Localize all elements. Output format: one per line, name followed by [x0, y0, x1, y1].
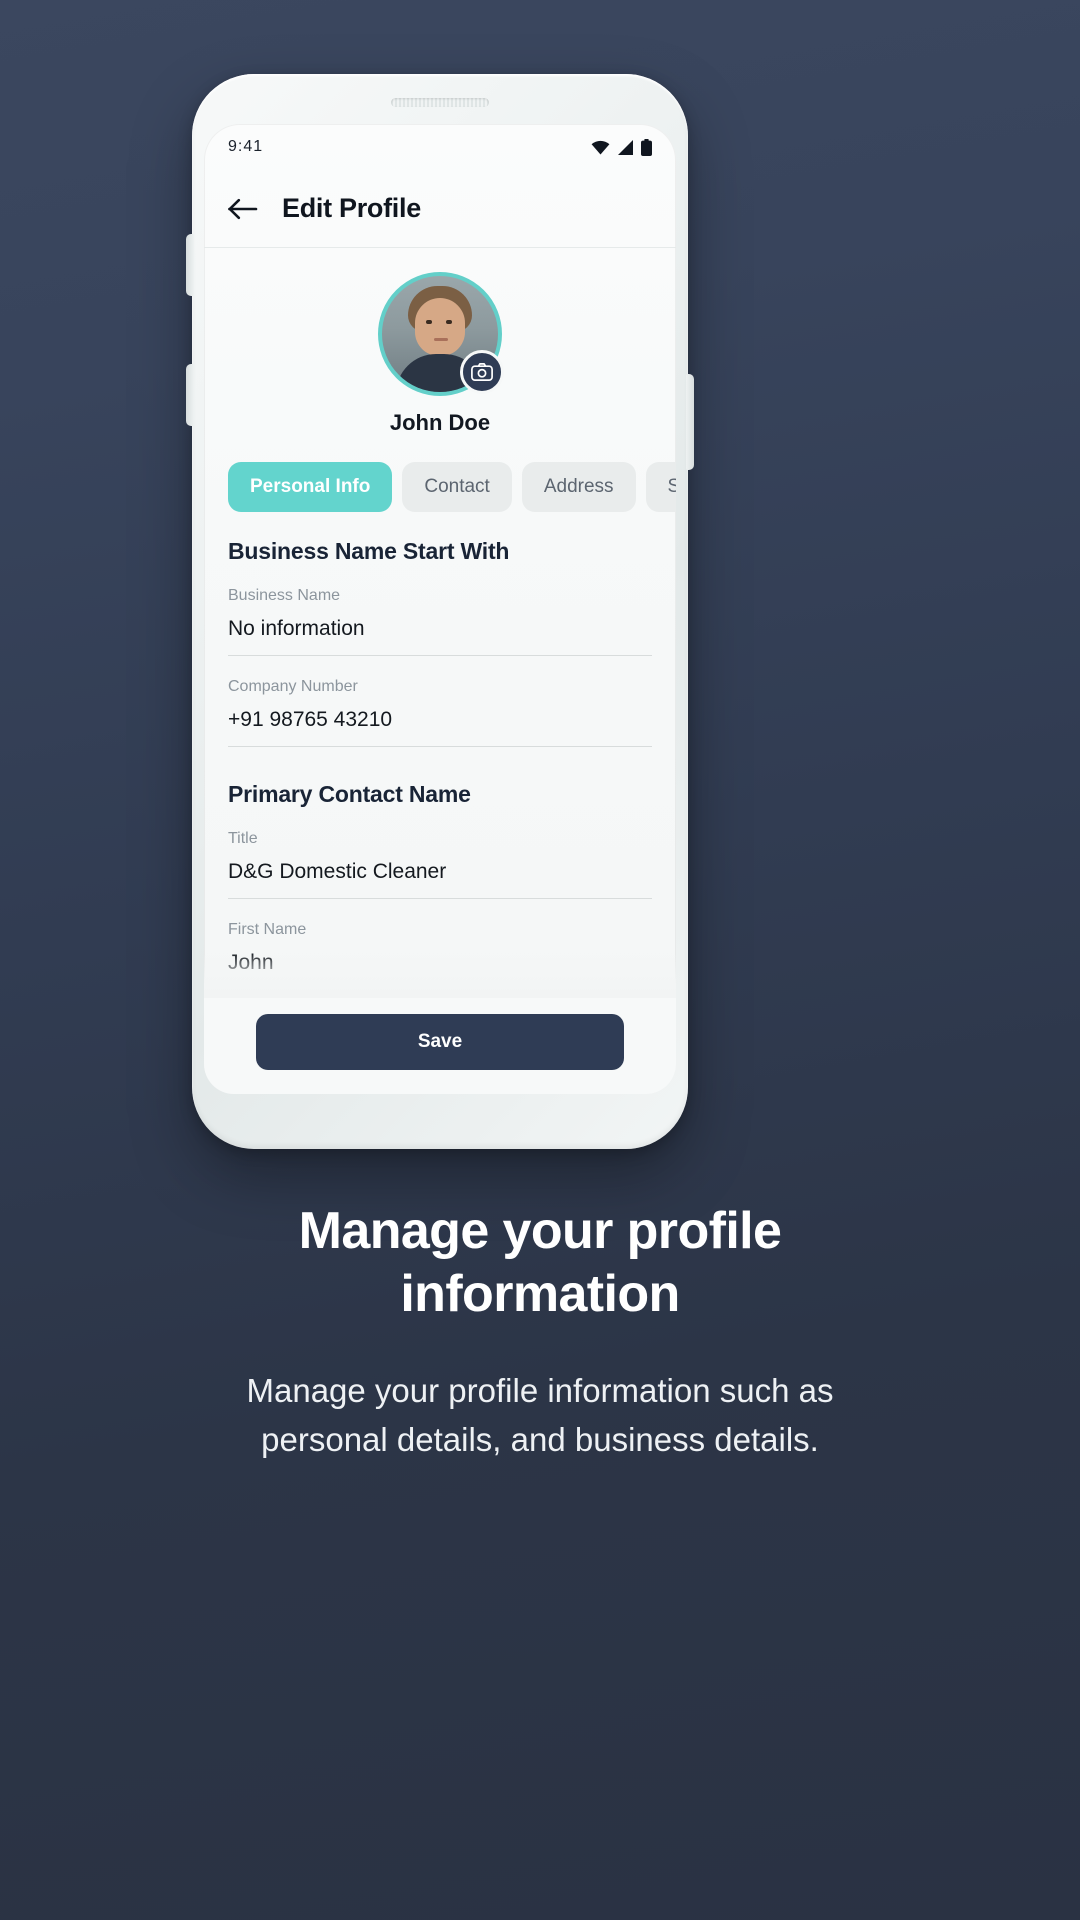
section-title-primary-contact: Primary Contact Name	[228, 781, 471, 807]
field-value[interactable]: +91 98765 43210	[228, 696, 652, 746]
tab-settings-partial[interactable]: S	[645, 462, 676, 512]
avatar-wrapper	[378, 272, 504, 396]
field-company-number[interactable]: Company Number +91 98765 43210	[228, 656, 652, 747]
field-label: Business Name	[228, 587, 341, 604]
caption-heading-line-1: Manage your profile	[298, 1202, 782, 1260]
avatar-eye-left	[426, 320, 432, 324]
signal-icon	[618, 139, 633, 155]
status-bar-time: 9:41	[228, 138, 264, 155]
profile-name: John Doe	[389, 410, 491, 435]
field-label: First Name	[228, 921, 307, 938]
camera-icon[interactable]	[460, 350, 504, 394]
field-value[interactable]: No information	[228, 605, 652, 655]
page-title: Edit Profile	[282, 193, 421, 223]
caption-heading-line-2: information	[400, 1265, 680, 1324]
scroll-fade-overlay	[204, 952, 676, 998]
save-bar: Save	[204, 998, 676, 1094]
tab-contact[interactable]: Contact	[402, 462, 512, 512]
volume-down-button[interactable]	[186, 364, 194, 426]
battery-icon	[641, 138, 652, 156]
arrow-left-icon[interactable]	[226, 192, 260, 226]
profile-header: John Doe	[204, 248, 676, 444]
caption-subtitle-line-2: personal details, and business details.	[261, 1420, 819, 1458]
field-label: Title	[228, 830, 258, 847]
tab-address[interactable]: Address	[521, 462, 636, 512]
caption-subtitle-line-1: Manage your profile information such as	[246, 1371, 834, 1409]
phone-mockup: 9:41 Edit Profile John Doe Personal Info…	[186, 74, 694, 1149]
caption-subtitle: Manage your profile information such as …	[70, 1367, 1010, 1465]
avatar-face	[415, 298, 465, 356]
power-button[interactable]	[686, 374, 694, 470]
wifi-icon	[591, 140, 610, 154]
caption-heading: Manage your profile information	[70, 1200, 1010, 1327]
avatar-mouth	[434, 338, 448, 341]
caption-block: Manage your profile information Manage y…	[0, 1200, 1080, 1465]
field-business-name[interactable]: Business Name No information	[228, 565, 652, 656]
phone-earpiece-speaker	[391, 98, 489, 107]
field-value[interactable]: D&G Domestic Cleaner	[228, 848, 652, 898]
status-bar-icons	[591, 138, 652, 156]
status-bar: 9:41	[204, 124, 676, 170]
field-title[interactable]: Title D&G Domestic Cleaner	[228, 808, 652, 899]
app-bar: Edit Profile	[204, 170, 676, 248]
tab-bar[interactable]: Personal Info Contact Address S	[204, 444, 676, 512]
avatar-eye-right	[446, 320, 452, 324]
volume-up-button[interactable]	[186, 234, 194, 296]
tab-personal-info[interactable]: Personal Info	[228, 462, 393, 512]
form-area: Business Name Start With Business Name N…	[204, 512, 676, 989]
section-title-business: Business Name Start With	[228, 538, 510, 564]
screen-scroll-body[interactable]: John Doe Personal Info Contact Address S…	[204, 248, 676, 998]
save-button[interactable]: Save	[256, 1014, 624, 1070]
phone-screen: 9:41 Edit Profile John Doe Personal Info…	[204, 124, 676, 1094]
field-label: Company Number	[228, 678, 358, 695]
